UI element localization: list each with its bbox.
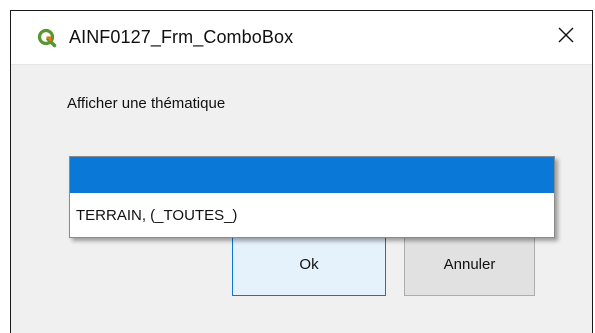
window-title: AINF0127_Frm_ComboBox xyxy=(69,27,294,47)
combobox-option-empty-selected[interactable] xyxy=(70,157,554,193)
dialog-window: AINF0127_Frm_ComboBox Afficher une théma… xyxy=(10,10,593,333)
qgis-icon xyxy=(37,28,57,48)
theme-prompt-label: Afficher une thématique xyxy=(67,95,226,112)
title-bar: AINF0127_Frm_ComboBox xyxy=(11,11,592,65)
cancel-button[interactable]: Annuler xyxy=(404,232,535,296)
theme-combobox-dropdown[interactable]: TERRAIN, (_TOUTES_) xyxy=(69,156,555,238)
close-icon xyxy=(557,26,575,49)
close-button[interactable] xyxy=(548,19,584,55)
combobox-option-terrain[interactable]: TERRAIN, (_TOUTES_) xyxy=(70,193,554,237)
ok-button[interactable]: Ok xyxy=(232,232,386,296)
